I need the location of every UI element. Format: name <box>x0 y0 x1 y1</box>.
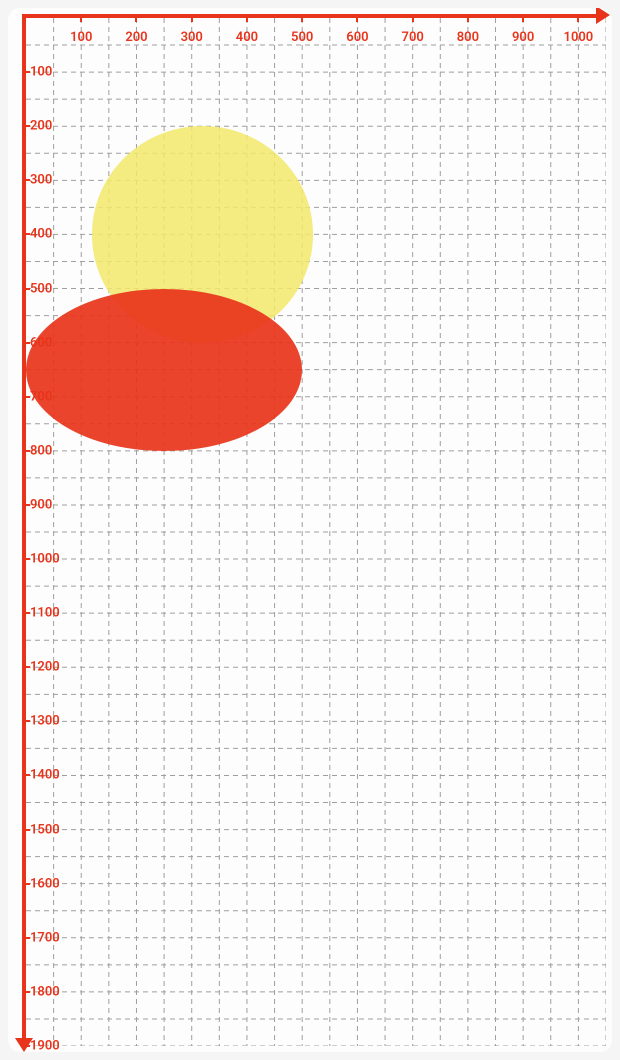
grid <box>26 18 606 1046</box>
plot-area: 1002003004005006007008009001000 10020030… <box>26 18 606 1046</box>
chart-frame: 1002003004005006007008009001000 10020030… <box>8 8 612 1052</box>
